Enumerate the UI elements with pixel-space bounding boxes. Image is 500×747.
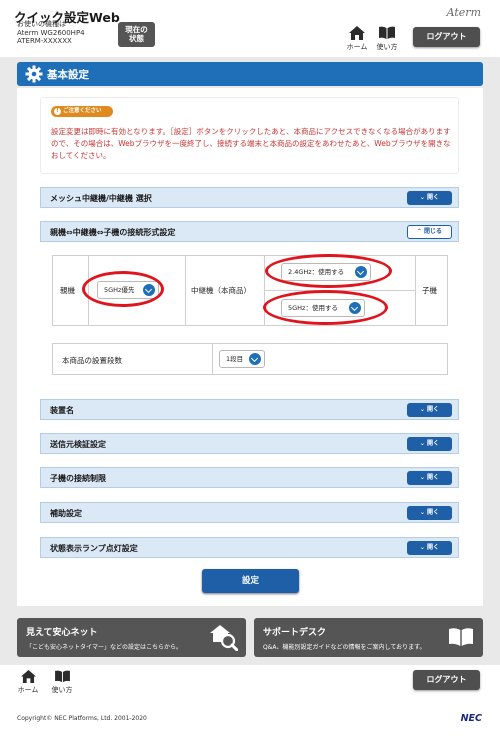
page-title: 基本設定 [47, 69, 89, 81]
section-aux-open-button[interactable]: ⌄ 開く [407, 506, 452, 520]
install-count-select[interactable]: 1段目 [219, 350, 265, 368]
safety-net-banner[interactable]: 見えて安心ネット 「こども安心ネットタイマー」などの設定はこちらから。 [17, 618, 246, 657]
highlight-ring-parent [82, 271, 164, 307]
chevron-down-icon: ⌄ [419, 474, 425, 481]
help-label: 使い方 [376, 43, 398, 51]
open-label: 開く [427, 194, 440, 201]
chevron-down-icon: ⌄ [419, 509, 425, 516]
safety-net-desc: 「こども安心ネットタイマー」などの設定はこちらから。 [26, 644, 183, 651]
section-sender-verify-open-button[interactable]: ⌄ 開く [407, 437, 452, 451]
copyright: Copyright© NEC Platforms, Ltd. 2001-2020 [17, 715, 147, 722]
install-count-divider [212, 344, 213, 374]
notice-box: ! ご注意ください 設定変更は即時に有効となります。［設定］ボタンをクリックした… [40, 97, 459, 174]
house-magnifier-icon [210, 625, 238, 651]
model-info: お使いの機種は Aterm WG2600HP4 ATERM-XXXXXX [17, 20, 85, 46]
section-device-name[interactable]: 装置名 ⌄ 開く [40, 399, 459, 420]
safety-net-title: 見えて安心ネット [26, 628, 98, 638]
notice-badge-label: ご注意ください [63, 108, 102, 114]
chevron-down-icon: ⌄ [419, 406, 425, 413]
section-aux[interactable]: 補助設定 ⌄ 開く [40, 502, 459, 523]
close-label: 閉じる [424, 228, 443, 235]
chevron-down-icon: ⌄ [419, 544, 425, 551]
current-status-button[interactable]: 現在の 状態 [118, 22, 155, 47]
page-title-bar: 基本設定 [17, 62, 483, 86]
help-link[interactable]: 使い方 [370, 26, 404, 52]
chevron-down-icon: ⌄ [419, 194, 425, 201]
warning-icon: ! [54, 108, 61, 115]
child-label-cell: 子機 [416, 256, 447, 325]
chevron-up-icon: ⌃ [416, 228, 422, 235]
notice-text: 設定変更は即時に有効となります。［設定］ボタンをクリックしたあと、本商品にアクセ… [51, 127, 451, 160]
dropdown-icon [249, 353, 261, 365]
chevron-down-icon: ⌄ [419, 440, 425, 447]
section-connection-label: 親機⇔中継機⇔子機の接続形式設定 [50, 228, 176, 237]
support-desk-banner[interactable]: サポートデスク Q&A、機能別設定ガイドなどの情報をご案内しております。 [254, 618, 483, 657]
relay-label-cell: 中継機（本商品） [186, 256, 265, 325]
open-label: 開く [427, 406, 440, 413]
model-serial: ATERM-XXXXXX [17, 37, 72, 45]
section-lamp[interactable]: 状態表示ランプ点灯設定 ⌄ 開く [40, 537, 459, 558]
section-connection-close-button[interactable]: ⌃ 閉じる [407, 225, 452, 239]
section-device-name-open-button[interactable]: ⌄ 開く [407, 403, 452, 417]
section-child-limit-open-button[interactable]: ⌄ 開く [407, 471, 452, 485]
support-desk-desc: Q&A、機能別設定ガイドなどの情報をご案内しております。 [263, 644, 426, 651]
book-icon [449, 628, 473, 646]
home-label: ホーム [346, 43, 368, 51]
support-desk-title: サポートデスク [263, 628, 327, 638]
status-button-line2: 状態 [129, 34, 144, 43]
section-mesh-open-button[interactable]: ⌄ 開く [407, 191, 452, 205]
gear-icon [25, 65, 43, 83]
section-child-limit[interactable]: 子機の接続制限 ⌄ 開く [40, 467, 459, 488]
highlight-ring-relay-24 [265, 254, 392, 288]
install-count-row: 本商品の設置段数 1段目 [52, 343, 448, 375]
section-mesh-label: メッシュ中継機/中継機 選択 [50, 194, 152, 203]
section-lamp-open-button[interactable]: ⌄ 開く [407, 541, 452, 555]
footer-home-link[interactable]: ホーム [13, 670, 43, 695]
model-name: Aterm WG2600HP4 [17, 28, 85, 37]
install-count-label: 本商品の設置段数 [62, 356, 122, 365]
footer-help-link[interactable]: 使い方 [47, 670, 77, 695]
open-label: 開く [427, 509, 440, 516]
child-label: 子機 [422, 286, 437, 295]
section-connection[interactable]: 親機⇔中継機⇔子機の接続形式設定 ⌃ 閉じる [40, 221, 459, 242]
home-icon [20, 670, 36, 683]
book-icon [379, 26, 395, 39]
install-count-value: 1段目 [226, 355, 244, 363]
relay-label: 中継機（本商品） [191, 286, 251, 295]
section-child-limit-label: 子機の接続制限 [50, 474, 106, 483]
apply-button[interactable]: 設定 [202, 569, 299, 593]
section-aux-label: 補助設定 [50, 509, 82, 518]
book-icon [54, 670, 70, 683]
home-icon [349, 26, 365, 40]
notice-badge: ! ご注意ください [51, 106, 113, 117]
section-sender-verify[interactable]: 送信元検証設定 ⌄ 開く [40, 433, 459, 454]
highlight-ring-relay-5 [263, 290, 388, 325]
footer-home-label: ホーム [17, 686, 39, 694]
home-link[interactable]: ホーム [340, 26, 374, 52]
status-button-line1: 現在の [125, 25, 148, 34]
section-mesh[interactable]: メッシュ中継機/中継機 選択 ⌄ 開く [40, 187, 459, 208]
aterm-logo: Aterm [446, 6, 481, 19]
section-lamp-label: 状態表示ランプ点灯設定 [50, 544, 138, 553]
page-header: クイック設定Web お使いの機種は Aterm WG2600HP4 ATERM-… [0, 0, 500, 57]
open-label: 開く [427, 474, 440, 481]
section-device-name-label: 装置名 [50, 406, 74, 415]
model-caption: お使いの機種は [17, 20, 66, 28]
footer-help-label: 使い方 [51, 686, 73, 694]
open-label: 開く [427, 440, 440, 447]
logout-button[interactable]: ログアウト [413, 27, 480, 47]
section-sender-verify-label: 送信元検証設定 [50, 440, 106, 449]
footer-logout-button[interactable]: ログアウト [413, 670, 480, 690]
nec-logo: NEC [460, 713, 482, 724]
open-label: 開く [427, 544, 440, 551]
parent-label: 親機 [60, 286, 75, 295]
